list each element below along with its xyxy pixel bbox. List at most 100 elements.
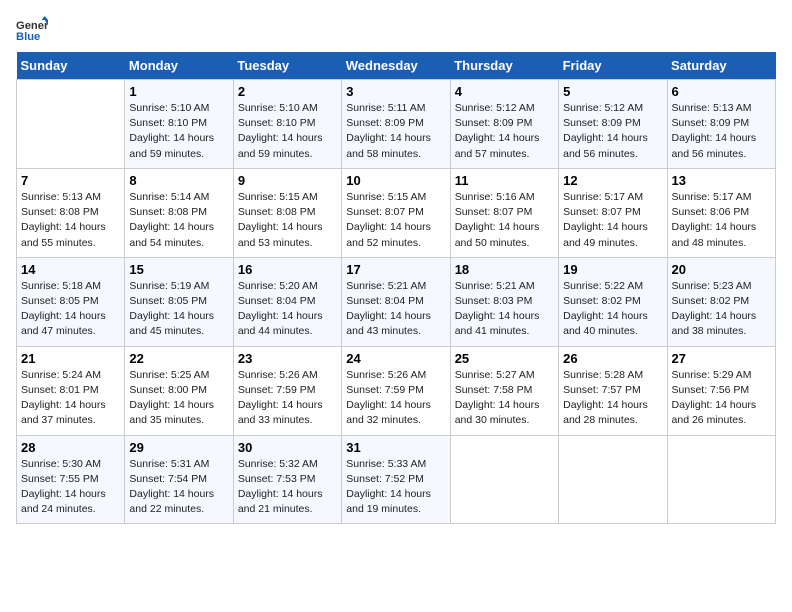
header-monday: Monday — [125, 52, 233, 80]
day-number: 31 — [346, 440, 445, 455]
day-info: Sunrise: 5:11 AM Sunset: 8:09 PM Dayligh… — [346, 101, 445, 162]
calendar-cell: 29 Sunrise: 5:31 AM Sunset: 7:54 PM Dayli… — [125, 435, 233, 524]
logo-icon: General Blue — [16, 16, 48, 44]
calendar-cell: 11 Sunrise: 5:16 AM Sunset: 8:07 PM Dayli… — [450, 168, 558, 257]
day-info: Sunrise: 5:17 AM Sunset: 8:07 PM Dayligh… — [563, 190, 662, 251]
calendar-cell: 14 Sunrise: 5:18 AM Sunset: 8:05 PM Dayli… — [17, 257, 125, 346]
day-number: 11 — [455, 173, 554, 188]
calendar-cell — [559, 435, 667, 524]
calendar-cell: 10 Sunrise: 5:15 AM Sunset: 8:07 PM Dayli… — [342, 168, 450, 257]
day-number: 7 — [21, 173, 120, 188]
calendar-cell: 24 Sunrise: 5:26 AM Sunset: 7:59 PM Dayli… — [342, 346, 450, 435]
day-number: 19 — [563, 262, 662, 277]
calendar-cell: 16 Sunrise: 5:20 AM Sunset: 8:04 PM Dayli… — [233, 257, 341, 346]
calendar-table: SundayMondayTuesdayWednesdayThursdayFrid… — [16, 52, 776, 524]
day-info: Sunrise: 5:17 AM Sunset: 8:06 PM Dayligh… — [672, 190, 771, 251]
calendar-cell: 1Sunrise: 5:10 AM Sunset: 8:10 PM Daylig… — [125, 80, 233, 169]
calendar-cell: 15Sunrise: 5:19 AM Sunset: 8:05 PM Dayli… — [125, 257, 233, 346]
day-info: Sunrise: 5:27 AM Sunset: 7:58 PM Dayligh… — [455, 368, 554, 429]
calendar-cell: 23 Sunrise: 5:26 AM Sunset: 7:59 PM Dayli… — [233, 346, 341, 435]
day-info: Sunrise: 5:32 AM Sunset: 7:53 PM Dayligh… — [238, 457, 337, 518]
day-info: Sunrise: 5:21 AM Sunset: 8:04 PM Dayligh… — [346, 279, 445, 340]
calendar-cell — [667, 435, 775, 524]
day-info: Sunrise: 5:12 AM Sunset: 8:09 PM Dayligh… — [563, 101, 662, 162]
calendar-cell: 18 Sunrise: 5:21 AM Sunset: 8:03 PM Dayli… — [450, 257, 558, 346]
calendar-cell: 19 Sunrise: 5:22 AM Sunset: 8:02 PM Dayli… — [559, 257, 667, 346]
calendar-cell: 8 Sunrise: 5:14 AM Sunset: 8:08 PM Daylig… — [125, 168, 233, 257]
calendar-cell: 20Sunrise: 5:23 AM Sunset: 8:02 PM Dayli… — [667, 257, 775, 346]
calendar-cell — [450, 435, 558, 524]
day-number: 13 — [672, 173, 771, 188]
day-number: 18 — [455, 262, 554, 277]
calendar-cell: 22Sunrise: 5:25 AM Sunset: 8:00 PM Dayli… — [125, 346, 233, 435]
calendar-cell: 17 Sunrise: 5:21 AM Sunset: 8:04 PM Dayli… — [342, 257, 450, 346]
day-info: Sunrise: 5:13 AM Sunset: 8:09 PM Dayligh… — [672, 101, 771, 162]
day-number: 1 — [129, 84, 228, 99]
day-info: Sunrise: 5:26 AM Sunset: 7:59 PM Dayligh… — [346, 368, 445, 429]
day-number: 6 — [672, 84, 771, 99]
day-info: Sunrise: 5:29 AM Sunset: 7:56 PM Dayligh… — [672, 368, 771, 429]
calendar-cell: 30 Sunrise: 5:32 AM Sunset: 7:53 PM Dayli… — [233, 435, 341, 524]
calendar-cell: 21Sunrise: 5:24 AM Sunset: 8:01 PM Dayli… — [17, 346, 125, 435]
calendar-week-row: 28Sunrise: 5:30 AM Sunset: 7:55 PM Dayli… — [17, 435, 776, 524]
day-number: 27 — [672, 351, 771, 366]
day-info: Sunrise: 5:22 AM Sunset: 8:02 PM Dayligh… — [563, 279, 662, 340]
calendar-cell: 13 Sunrise: 5:17 AM Sunset: 8:06 PM Dayli… — [667, 168, 775, 257]
calendar-cell: 3Sunrise: 5:11 AM Sunset: 8:09 PM Daylig… — [342, 80, 450, 169]
calendar-week-row: 14 Sunrise: 5:18 AM Sunset: 8:05 PM Dayli… — [17, 257, 776, 346]
day-info: Sunrise: 5:14 AM Sunset: 8:08 PM Dayligh… — [129, 190, 228, 251]
calendar-cell: 31Sunrise: 5:33 AM Sunset: 7:52 PM Dayli… — [342, 435, 450, 524]
day-number: 20 — [672, 262, 771, 277]
calendar-cell: 27 Sunrise: 5:29 AM Sunset: 7:56 PM Dayli… — [667, 346, 775, 435]
day-info: Sunrise: 5:13 AM Sunset: 8:08 PM Dayligh… — [21, 190, 120, 251]
calendar-week-row: 21Sunrise: 5:24 AM Sunset: 8:01 PM Dayli… — [17, 346, 776, 435]
day-info: Sunrise: 5:19 AM Sunset: 8:05 PM Dayligh… — [129, 279, 228, 340]
day-info: Sunrise: 5:18 AM Sunset: 8:05 PM Dayligh… — [21, 279, 120, 340]
page-header: General Blue — [16, 16, 776, 44]
calendar-cell: 9 Sunrise: 5:15 AM Sunset: 8:08 PM Daylig… — [233, 168, 341, 257]
calendar-week-row: 7 Sunrise: 5:13 AM Sunset: 8:08 PM Daylig… — [17, 168, 776, 257]
day-info: Sunrise: 5:16 AM Sunset: 8:07 PM Dayligh… — [455, 190, 554, 251]
day-number: 23 — [238, 351, 337, 366]
calendar-cell: 25 Sunrise: 5:27 AM Sunset: 7:58 PM Dayli… — [450, 346, 558, 435]
day-info: Sunrise: 5:12 AM Sunset: 8:09 PM Dayligh… — [455, 101, 554, 162]
day-number: 30 — [238, 440, 337, 455]
day-number: 29 — [129, 440, 228, 455]
calendar-cell: 7 Sunrise: 5:13 AM Sunset: 8:08 PM Daylig… — [17, 168, 125, 257]
calendar-header-row: SundayMondayTuesdayWednesdayThursdayFrid… — [17, 52, 776, 80]
day-number: 2 — [238, 84, 337, 99]
calendar-cell: 6 Sunrise: 5:13 AM Sunset: 8:09 PM Daylig… — [667, 80, 775, 169]
day-number: 26 — [563, 351, 662, 366]
day-number: 14 — [21, 262, 120, 277]
day-info: Sunrise: 5:26 AM Sunset: 7:59 PM Dayligh… — [238, 368, 337, 429]
day-number: 22 — [129, 351, 228, 366]
header-friday: Friday — [559, 52, 667, 80]
calendar-cell: 4Sunrise: 5:12 AM Sunset: 8:09 PM Daylig… — [450, 80, 558, 169]
day-info: Sunrise: 5:21 AM Sunset: 8:03 PM Dayligh… — [455, 279, 554, 340]
calendar-cell: 12Sunrise: 5:17 AM Sunset: 8:07 PM Dayli… — [559, 168, 667, 257]
day-number: 17 — [346, 262, 445, 277]
day-number: 8 — [129, 173, 228, 188]
day-number: 5 — [563, 84, 662, 99]
svg-text:Blue: Blue — [16, 31, 40, 43]
header-saturday: Saturday — [667, 52, 775, 80]
svg-text:General: General — [16, 20, 48, 32]
header-wednesday: Wednesday — [342, 52, 450, 80]
calendar-cell: 28Sunrise: 5:30 AM Sunset: 7:55 PM Dayli… — [17, 435, 125, 524]
day-info: Sunrise: 5:15 AM Sunset: 8:07 PM Dayligh… — [346, 190, 445, 251]
day-number: 25 — [455, 351, 554, 366]
header-thursday: Thursday — [450, 52, 558, 80]
day-info: Sunrise: 5:20 AM Sunset: 8:04 PM Dayligh… — [238, 279, 337, 340]
day-number: 21 — [21, 351, 120, 366]
header-tuesday: Tuesday — [233, 52, 341, 80]
calendar-week-row: 1Sunrise: 5:10 AM Sunset: 8:10 PM Daylig… — [17, 80, 776, 169]
day-info: Sunrise: 5:30 AM Sunset: 7:55 PM Dayligh… — [21, 457, 120, 518]
calendar-cell — [17, 80, 125, 169]
day-number: 10 — [346, 173, 445, 188]
day-number: 9 — [238, 173, 337, 188]
calendar-cell: 26Sunrise: 5:28 AM Sunset: 7:57 PM Dayli… — [559, 346, 667, 435]
day-info: Sunrise: 5:15 AM Sunset: 8:08 PM Dayligh… — [238, 190, 337, 251]
day-number: 24 — [346, 351, 445, 366]
day-info: Sunrise: 5:31 AM Sunset: 7:54 PM Dayligh… — [129, 457, 228, 518]
day-number: 16 — [238, 262, 337, 277]
